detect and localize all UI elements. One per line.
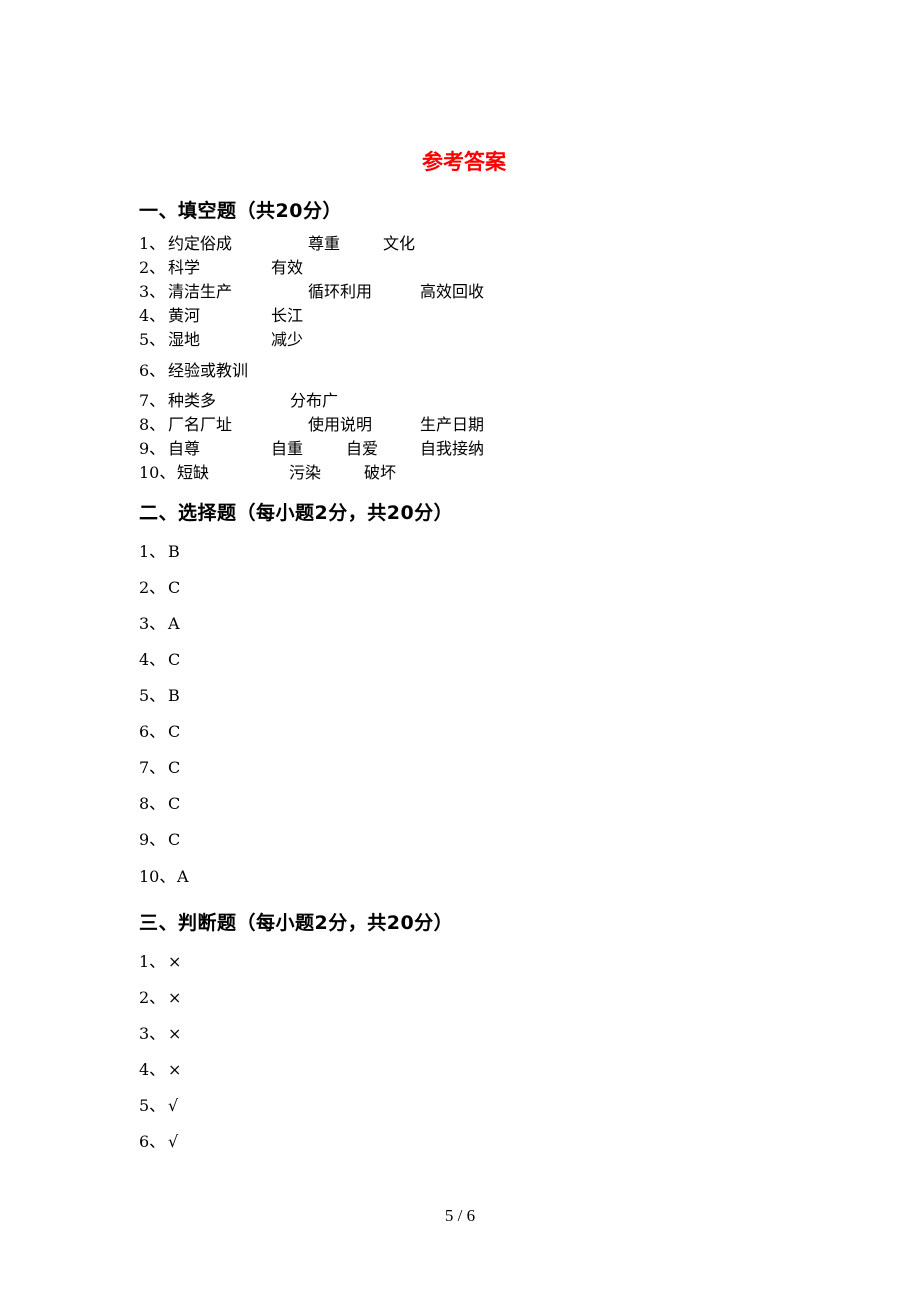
item-number: 8、 [139, 794, 166, 813]
item-number: 6、 [139, 1132, 166, 1151]
item-number: 2、 [139, 988, 166, 1007]
answer-line: 2、 × [139, 987, 181, 1009]
answer-text: 污染 [289, 463, 322, 482]
item-number: 4、 [139, 1060, 166, 1079]
answer-text: 减少 [271, 330, 304, 349]
answer-line: 4、 C [139, 649, 180, 671]
answer-text: 有效 [271, 258, 304, 277]
answer-text: 黄河 [168, 306, 201, 325]
item-number: 9、 [139, 439, 166, 458]
answer-text: C [168, 830, 181, 849]
answer-line: 6、 C [139, 721, 180, 743]
page-number: 5 / 6 [444, 1206, 476, 1225]
item-number: 5、 [139, 330, 166, 349]
section-heading-multiple-choice: 二、选择题（每小题2分，共20分） [139, 502, 454, 524]
section-heading-fill-in: 一、填空题（共20分） [139, 200, 342, 222]
answer-line: 8、 厂名厂址 使用说明 生产日期 [139, 414, 484, 436]
item-number: 4、 [139, 306, 166, 325]
answer-line: 10、 A [139, 866, 189, 888]
item-number: 2、 [139, 578, 166, 597]
answer-text: 湿地 [168, 330, 201, 349]
section-heading-true-false: 三、判断题（每小题2分，共20分） [139, 912, 454, 934]
answer-text: 自尊 [168, 439, 201, 458]
item-number: 4、 [139, 650, 166, 669]
answer-text: B [168, 686, 180, 705]
answer-line: 7、 C [139, 757, 180, 779]
item-number: 1、 [139, 952, 166, 971]
answer-text: × [168, 1024, 182, 1043]
answer-text: 经验或教训 [168, 361, 249, 380]
item-number: 1、 [139, 234, 166, 253]
answer-line: 3、 × [139, 1023, 181, 1045]
answer-text: 分布广 [290, 391, 339, 410]
answer-line: 1、 约定俗成 尊重 文化 [139, 233, 415, 255]
answer-text: C [168, 794, 181, 813]
item-number: 7、 [139, 758, 166, 777]
answer-line: 2、 科学 有效 [139, 257, 303, 279]
answer-text: 尊重 [308, 234, 341, 253]
item-number: 1、 [139, 542, 166, 561]
item-number: 5、 [139, 1096, 166, 1115]
answer-line: 2、 C [139, 577, 180, 599]
answer-line: 1、 B [139, 541, 180, 563]
answer-text: B [168, 542, 180, 561]
answer-text: 短缺 [177, 463, 210, 482]
answer-text: A [168, 614, 180, 633]
answer-line: 9、 自尊 自重 自爱 自我接纳 [139, 438, 484, 460]
answer-line: 1、 × [139, 951, 181, 973]
item-number: 7、 [139, 391, 166, 410]
item-number: 10、 [139, 463, 176, 482]
answer-text: 清洁生产 [168, 282, 233, 301]
answer-line: 7、 种类多 分布广 [139, 390, 338, 412]
answer-text: 种类多 [168, 391, 217, 410]
answer-text: 长江 [271, 306, 304, 325]
answer-text: C [168, 722, 181, 741]
answer-text: 高效回收 [420, 282, 485, 301]
answer-text: 生产日期 [420, 415, 485, 434]
answer-text: 自爱 [346, 439, 379, 458]
answer-line: 8、 C [139, 793, 180, 815]
item-number: 8、 [139, 415, 166, 434]
item-number: 9、 [139, 830, 166, 849]
answer-text: C [168, 758, 181, 777]
item-number: 6、 [139, 722, 166, 741]
answer-line: 5、 湿地 减少 [139, 329, 303, 351]
answer-line: 4、 × [139, 1059, 181, 1081]
answer-text: × [168, 1060, 182, 1079]
answer-text: 科学 [168, 258, 201, 277]
answer-line: 10、 短缺 污染 破坏 [139, 462, 396, 484]
item-number: 3、 [139, 282, 166, 301]
answer-text: 破坏 [364, 463, 397, 482]
answer-line: 5、 B [139, 685, 180, 707]
item-number: 3、 [139, 1024, 166, 1043]
item-number: 2、 [139, 258, 166, 277]
document-title: 参考答案 [422, 150, 506, 174]
answer-text: C [168, 650, 181, 669]
item-number: 5、 [139, 686, 166, 705]
item-number: 10、 [139, 867, 176, 886]
answer-line: 3、 A [139, 613, 180, 635]
answer-text: 使用说明 [308, 415, 373, 434]
answer-text: 自重 [271, 439, 304, 458]
answer-line: 5、 √ [139, 1095, 178, 1117]
answer-text: √ [168, 1096, 179, 1115]
answer-text: 厂名厂址 [168, 415, 233, 434]
answer-line: 6、 经验或教训 [139, 360, 248, 382]
answer-text: 自我接纳 [420, 439, 485, 458]
answer-text: 文化 [383, 234, 416, 253]
answer-text: × [168, 952, 182, 971]
answer-line: 3、 清洁生产 循环利用 高效回收 [139, 281, 484, 303]
answer-text: 约定俗成 [168, 234, 233, 253]
answer-line: 9、 C [139, 829, 180, 851]
answer-text: √ [168, 1132, 179, 1151]
answer-text: 循环利用 [308, 282, 373, 301]
item-number: 6、 [139, 361, 166, 380]
item-number: 3、 [139, 614, 166, 633]
answer-text: × [168, 988, 182, 1007]
answer-text: C [168, 578, 181, 597]
answer-line: 4、 黄河 长江 [139, 305, 303, 327]
answer-text: A [177, 867, 189, 886]
answer-line: 6、 √ [139, 1131, 178, 1153]
